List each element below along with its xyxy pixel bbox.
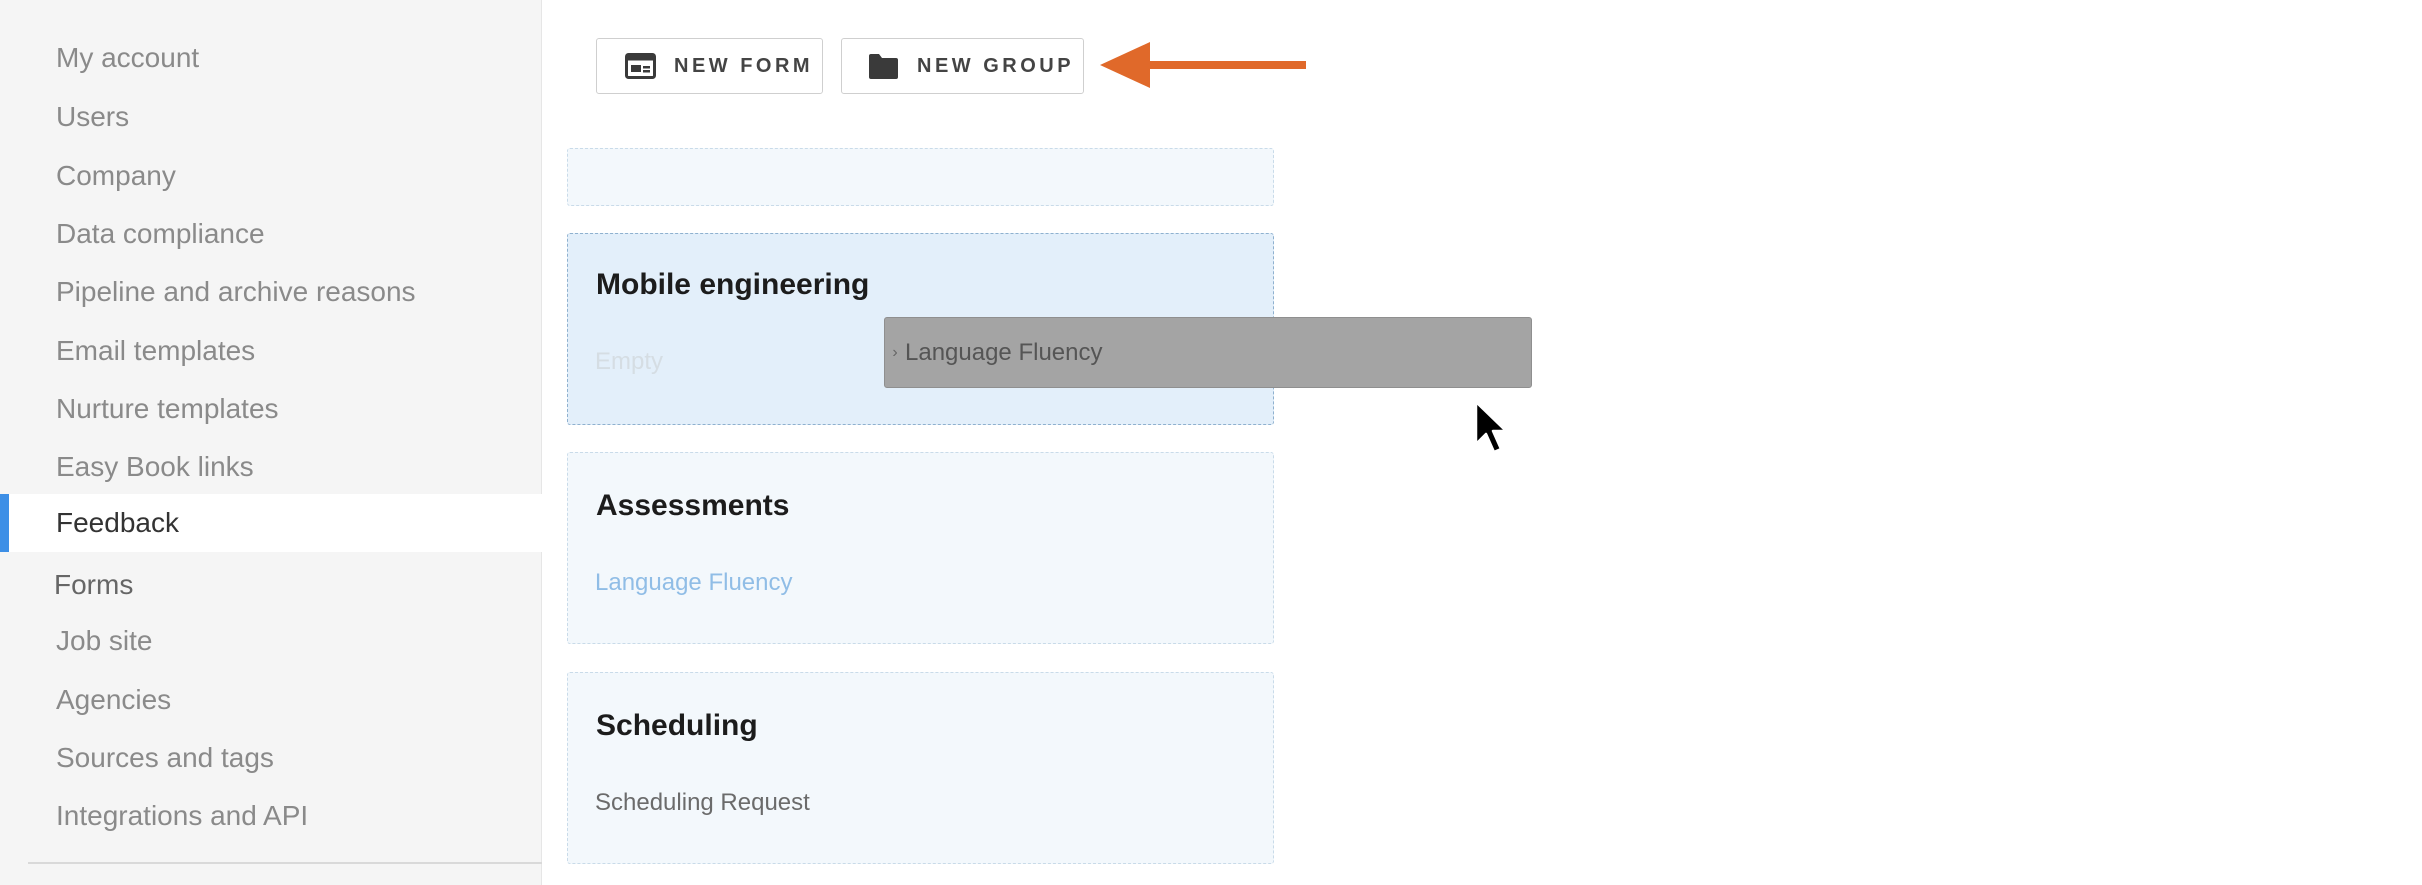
sidebar-divider (28, 862, 542, 864)
sidebar-item-job-site[interactable]: Job site (56, 627, 153, 655)
group-title: Mobile engineering (596, 268, 870, 301)
sidebar-item-users[interactable]: Users (56, 103, 129, 131)
annotation-arrow-icon (1100, 38, 1310, 99)
form-item-scheduling-request[interactable]: Scheduling Request (595, 789, 810, 817)
group-card-assessments[interactable]: Assessments Language Fluency (567, 452, 1274, 644)
sidebar-item-nurture-templates[interactable]: Nurture templates (56, 395, 279, 423)
group-title: Scheduling (596, 709, 758, 742)
group-card-unnamed (567, 148, 1274, 206)
folder-icon (868, 52, 899, 80)
new-group-label: NEW GROUP (917, 54, 1075, 77)
group-title: Assessments (596, 489, 790, 522)
new-form-button[interactable]: NEW FORM (596, 38, 823, 94)
sidebar-item-feedback[interactable]: Feedback (0, 494, 542, 552)
sidebar-subitem-forms[interactable]: Forms (54, 571, 133, 599)
new-group-button[interactable]: NEW GROUP (841, 38, 1084, 94)
drag-handle-icon: › (892, 343, 898, 361)
new-form-label: NEW FORM (674, 54, 814, 77)
form-item-language-fluency[interactable]: Language Fluency (595, 569, 792, 597)
settings-sidebar: My account Users Company Data compliance… (0, 0, 542, 885)
sidebar-item-easy-book-links[interactable]: Easy Book links (56, 453, 254, 481)
group-empty-placeholder: Empty (595, 348, 664, 375)
sidebar-item-data-compliance[interactable]: Data compliance (56, 220, 265, 248)
sidebar-item-agencies[interactable]: Agencies (56, 686, 171, 714)
form-icon (625, 53, 656, 79)
sidebar-item-email-templates[interactable]: Email templates (56, 337, 255, 365)
group-card-scheduling[interactable]: Scheduling Scheduling Request (567, 672, 1274, 864)
sidebar-item-pipeline-archive-reasons[interactable]: Pipeline and archive reasons (56, 278, 416, 306)
sidebar-item-sources-and-tags[interactable]: Sources and tags (56, 744, 274, 772)
sidebar-item-integrations-and-api[interactable]: Integrations and API (56, 802, 308, 830)
sidebar-item-company[interactable]: Company (56, 162, 176, 190)
sidebar-item-my-account[interactable]: My account (56, 44, 199, 72)
mouse-cursor-icon (1474, 400, 1508, 459)
dragged-form-item[interactable]: › Language Fluency (884, 317, 1532, 388)
dragged-item-label: Language Fluency (905, 338, 1103, 366)
